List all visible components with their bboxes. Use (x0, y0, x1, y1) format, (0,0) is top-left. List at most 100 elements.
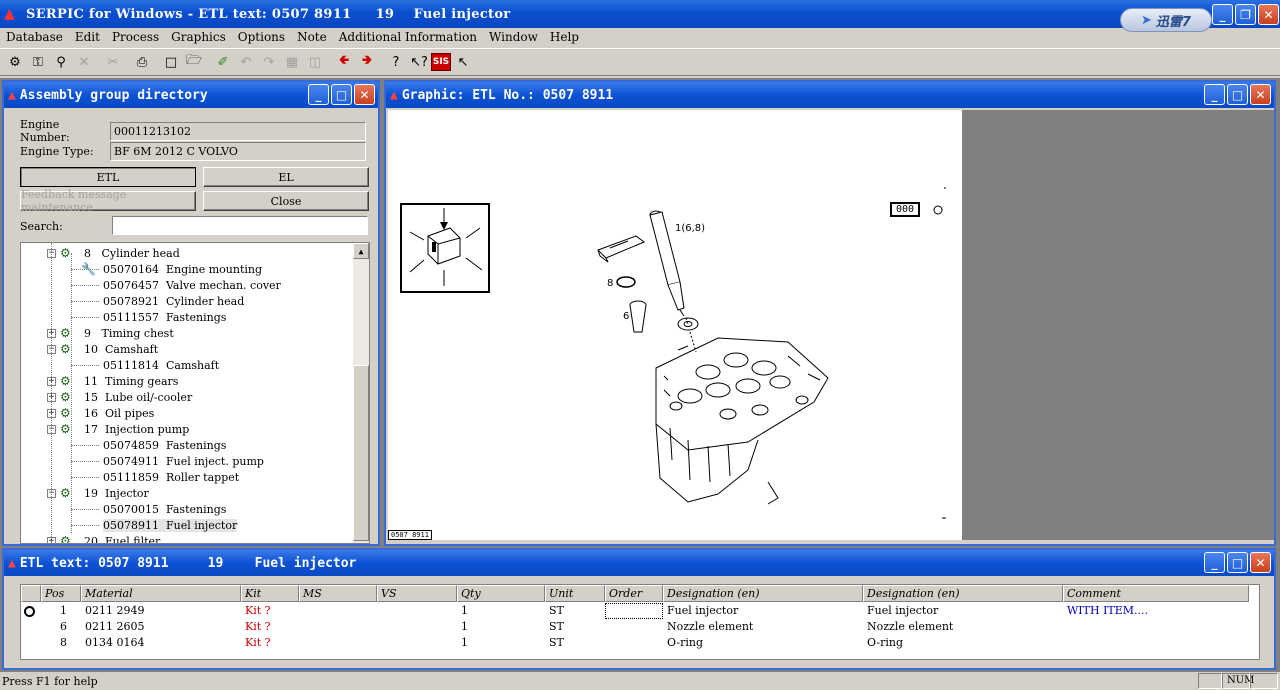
column-header[interactable]: VS (377, 585, 457, 602)
engine-icon[interactable]: ⚙ (4, 51, 26, 73)
column-header[interactable]: Order (605, 585, 663, 602)
tree-item[interactable]: 05070015 Fastenings (103, 501, 226, 517)
menu-help[interactable]: Help (550, 30, 579, 44)
cell-kit[interactable]: Kit ? (241, 619, 299, 635)
pointer-icon[interactable]: ↖ (452, 51, 474, 73)
etl-title-bar[interactable]: ▲ ETL text: 0507 8911 19 Fuel injector _… (4, 550, 1274, 576)
xunlei-floating-widget[interactable]: ➤ 迅雷7 (1120, 8, 1212, 32)
column-header[interactable]: Unit (545, 585, 605, 602)
key-search-icon[interactable]: ⚲ (50, 51, 72, 73)
tree-item[interactable]: 05078921 Cylinder head (103, 293, 244, 309)
cell-comment[interactable] (1063, 635, 1249, 651)
cut-icon[interactable]: ✂ (102, 51, 124, 73)
tree-item[interactable]: − ⚙ 19 Injector (47, 485, 149, 501)
exploded-parts-drawing[interactable]: 1(6,8) 8 6 000 0507 8911 (388, 110, 962, 540)
sis-button[interactable]: SIS (431, 53, 451, 71)
tree-item[interactable]: 🔧 05070164 Engine mounting (81, 261, 262, 277)
tree-item[interactable]: − ⚙ 17 Injection pump (47, 421, 189, 437)
menu-graphics[interactable]: Graphics (171, 30, 226, 44)
menu-additional-information[interactable]: Additional Information (339, 30, 477, 44)
table-row[interactable]: 6 0211 2605 Kit ? 1 ST Nozzle element Nozzle e… (21, 619, 1259, 635)
parts-table[interactable]: Pos Material Kit MS VS Qty Unit Order Designatio… (20, 584, 1260, 660)
tree-item[interactable]: 05074911 Fuel inject. pump (103, 453, 264, 469)
close-button[interactable]: ✕ (1258, 4, 1279, 25)
open-folder-icon[interactable]: 🗁 (183, 51, 205, 73)
tree-item[interactable]: + ⚙ 11 Timing gears (47, 373, 178, 389)
tree-item[interactable]: − ⚙ 8 Cylinder head (47, 245, 180, 261)
tree-item[interactable]: 05078911 Fuel injector (103, 517, 238, 533)
column-header[interactable]: Designation (en) (863, 585, 1063, 602)
assembly-maximize-button[interactable]: □ (331, 84, 352, 105)
assembly-title-bar[interactable]: ▲ Assembly group directory _ □ ✕ (4, 82, 378, 108)
column-header[interactable]: Pos (41, 585, 81, 602)
tree-item[interactable]: + ⚙ 16 Oil pipes (47, 405, 154, 421)
menu-database[interactable]: Database (6, 30, 63, 44)
minimize-button[interactable]: _ (1212, 4, 1233, 25)
tree-scrollbar[interactable]: ▲ (353, 243, 369, 543)
redo-icon[interactable]: ↷ (258, 51, 280, 73)
row-indicator[interactable] (21, 619, 41, 635)
tree-item[interactable]: + ⚙ 20 Fuel filter (47, 533, 160, 543)
delete-icon[interactable]: ✕ (73, 51, 95, 73)
grid-icon[interactable]: ▦ (281, 51, 303, 73)
cell-kit[interactable]: Kit ? (241, 635, 299, 651)
etl-button[interactable]: ETL (20, 167, 196, 187)
tree-item[interactable]: + ⚙ 15 Lube oil/-cooler (47, 389, 192, 405)
graphic-close-button[interactable]: ✕ (1250, 84, 1271, 105)
engine-number-field[interactable]: 00011213102 (110, 121, 366, 141)
tree-item[interactable]: 05111814 Camshaft (103, 357, 219, 373)
color-pen-icon[interactable]: ✐ (212, 51, 234, 73)
assembly-close-button[interactable]: ✕ (354, 84, 375, 105)
row-indicator[interactable] (21, 635, 41, 651)
tree-item[interactable]: + ⚙ 9 Timing chest (47, 325, 174, 341)
cell-order[interactable] (605, 619, 663, 635)
main-title-bar[interactable]: ▲ SERPIC for Windows - ETL text: 0507 89… (0, 0, 1280, 28)
menu-options[interactable]: Options (238, 30, 285, 44)
column-header[interactable]: Material (81, 585, 241, 602)
cell-kit[interactable]: Kit ? (241, 603, 299, 619)
cell-comment[interactable]: WITH ITEM.... (1063, 603, 1249, 619)
undo-icon[interactable]: ↶ (235, 51, 257, 73)
search-input[interactable] (112, 216, 368, 235)
context-help-icon[interactable]: ↖? (408, 51, 430, 73)
scroll-thumb[interactable] (353, 365, 369, 541)
tree-item[interactable]: − ⚙ 10 Camshaft (47, 341, 158, 357)
print-icon[interactable]: ⎙ (131, 51, 153, 73)
column-header[interactable]: Qty (457, 585, 545, 602)
tree-item[interactable]: 05076457 Valve mechan. cover (103, 277, 281, 293)
column-header[interactable]: Designation (en) (663, 585, 863, 602)
etl-minimize-button[interactable]: _ (1204, 552, 1225, 573)
assembly-tree[interactable]: ▲ − ⚙ 8 Cylinder head 🔧 05070164 Engine moun… (20, 242, 370, 544)
etl-close-button[interactable]: ✕ (1250, 552, 1271, 573)
menu-edit[interactable]: Edit (75, 30, 100, 44)
assembly-minimize-button[interactable]: _ (308, 84, 329, 105)
close-directory-button[interactable]: Close (203, 191, 369, 211)
tree-item[interactable]: 05111859 Roller tappet (103, 469, 239, 485)
etl-maximize-button[interactable]: □ (1227, 552, 1248, 573)
table-row[interactable]: 1 0211 2949 Kit ? 1 ST Fuel injector Fuel inje… (21, 603, 1259, 619)
column-header[interactable]: MS (299, 585, 377, 602)
row-indicator[interactable] (21, 603, 41, 619)
help-icon[interactable]: ? (385, 51, 407, 73)
graphic-title-bar[interactable]: ▲ Graphic: ETL No.: 0507 8911 _ □ ✕ (386, 82, 1274, 108)
scroll-up-icon[interactable]: ▲ (353, 243, 369, 259)
cell-order[interactable] (605, 603, 663, 619)
arrow-right-icon[interactable]: 🢂 (356, 51, 378, 73)
graphic-minimize-button[interactable]: _ (1204, 84, 1225, 105)
el-button[interactable]: EL (203, 167, 369, 187)
arrow-left-icon[interactable]: 🢀 (333, 51, 355, 73)
key-icon[interactable]: ⚿ (27, 51, 49, 73)
menu-window[interactable]: Window (489, 30, 538, 44)
engine-type-field[interactable]: BF 6M 2012 C VOLVO (110, 142, 366, 161)
cell-order[interactable] (605, 635, 663, 651)
menu-note[interactable]: Note (297, 30, 327, 44)
menu-process[interactable]: Process (112, 30, 159, 44)
tree-item[interactable]: 05074859 Fastenings (103, 437, 226, 453)
column-header[interactable]: Comment (1063, 585, 1249, 602)
feedback-maintenance-button[interactable]: Feedback message maintenance (20, 188, 196, 214)
graphic-maximize-button[interactable]: □ (1227, 84, 1248, 105)
new-document-icon[interactable]: □ (160, 51, 182, 73)
tree-item[interactable]: 05111557 Fastenings (103, 309, 226, 325)
table-row[interactable]: 8 0134 0164 Kit ? 1 ST O-ring O-ring (21, 635, 1259, 651)
restore-button[interactable]: ❐ (1235, 4, 1256, 25)
